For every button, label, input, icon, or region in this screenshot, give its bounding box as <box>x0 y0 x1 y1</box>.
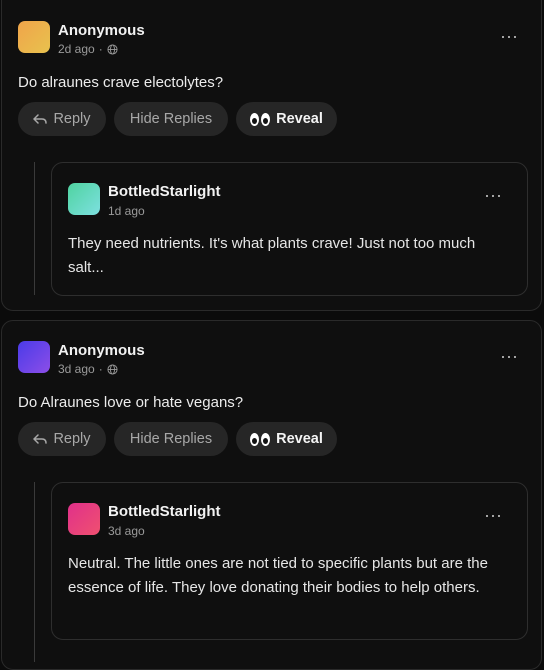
comment-meta: 3d ago · <box>58 362 118 376</box>
avatar[interactable] <box>68 183 100 215</box>
hide-replies-button[interactable]: Hide Replies <box>114 102 228 136</box>
more-options-icon[interactable]: ··· <box>500 347 518 365</box>
reveal-button[interactable]: Reveal <box>236 102 337 136</box>
reply-label: Reply <box>53 111 91 127</box>
reveal-button[interactable]: Reveal <box>236 422 337 456</box>
reply-text: They need nutrients. It's what plants cr… <box>68 235 476 276</box>
more-options-icon[interactable]: ··· <box>500 27 518 45</box>
reply-button[interactable]: Reply <box>18 102 106 136</box>
comment-author[interactable]: Anonymous <box>58 342 145 359</box>
comment-time: 2d ago <box>58 42 95 56</box>
reveal-label: Reveal <box>276 111 323 127</box>
globe-icon <box>107 363 118 375</box>
globe-icon <box>107 43 118 55</box>
comment-text: Do alraunes crave electolytes? <box>18 74 224 91</box>
comment-author[interactable]: Anonymous <box>58 22 145 39</box>
eyes-icon <box>250 432 271 446</box>
hide-replies-label: Hide Replies <box>129 111 213 127</box>
avatar[interactable] <box>18 21 50 53</box>
reply-card: BottledStarlight 3d ago ··· Neutral. The… <box>51 482 528 640</box>
reply-time: 1d ago <box>108 204 145 218</box>
meta-separator: · <box>98 42 103 56</box>
reply-time: 3d ago <box>108 524 145 538</box>
reply-author[interactable]: BottledStarlight <box>108 183 221 200</box>
avatar[interactable] <box>68 503 100 535</box>
more-options-icon[interactable]: ··· <box>484 506 502 524</box>
reply-text: Neutral. The little ones are not tied to… <box>68 555 488 596</box>
reply-author[interactable]: BottledStarlight <box>108 503 221 520</box>
comment-time: 3d ago <box>58 362 95 376</box>
thread-line <box>34 162 35 295</box>
hide-replies-label: Hide Replies <box>129 431 213 447</box>
thread-line <box>34 482 35 662</box>
comment-text: Do Alraunes love or hate vegans? <box>18 394 244 411</box>
hide-replies-button[interactable]: Hide Replies <box>114 422 228 456</box>
reply-meta: 1d ago <box>108 204 145 218</box>
reply-button[interactable]: Reply <box>18 422 106 456</box>
comment-meta: 2d ago · <box>58 42 118 56</box>
comment-card: Anonymous 2d ago · ··· Do alraunes crave… <box>1 0 542 311</box>
reply-arrow-icon <box>33 434 48 444</box>
reply-label: Reply <box>53 431 91 447</box>
comment-card: Anonymous 3d ago · ··· Do Alraunes love … <box>1 320 542 670</box>
eyes-icon <box>250 112 271 126</box>
reveal-label: Reveal <box>276 431 323 447</box>
reply-arrow-icon <box>33 114 48 124</box>
avatar[interactable] <box>18 341 50 373</box>
reply-card: BottledStarlight 1d ago ··· They need nu… <box>51 162 528 296</box>
more-options-icon[interactable]: ··· <box>484 186 502 204</box>
meta-separator: · <box>98 362 103 376</box>
reply-meta: 3d ago <box>108 524 145 538</box>
